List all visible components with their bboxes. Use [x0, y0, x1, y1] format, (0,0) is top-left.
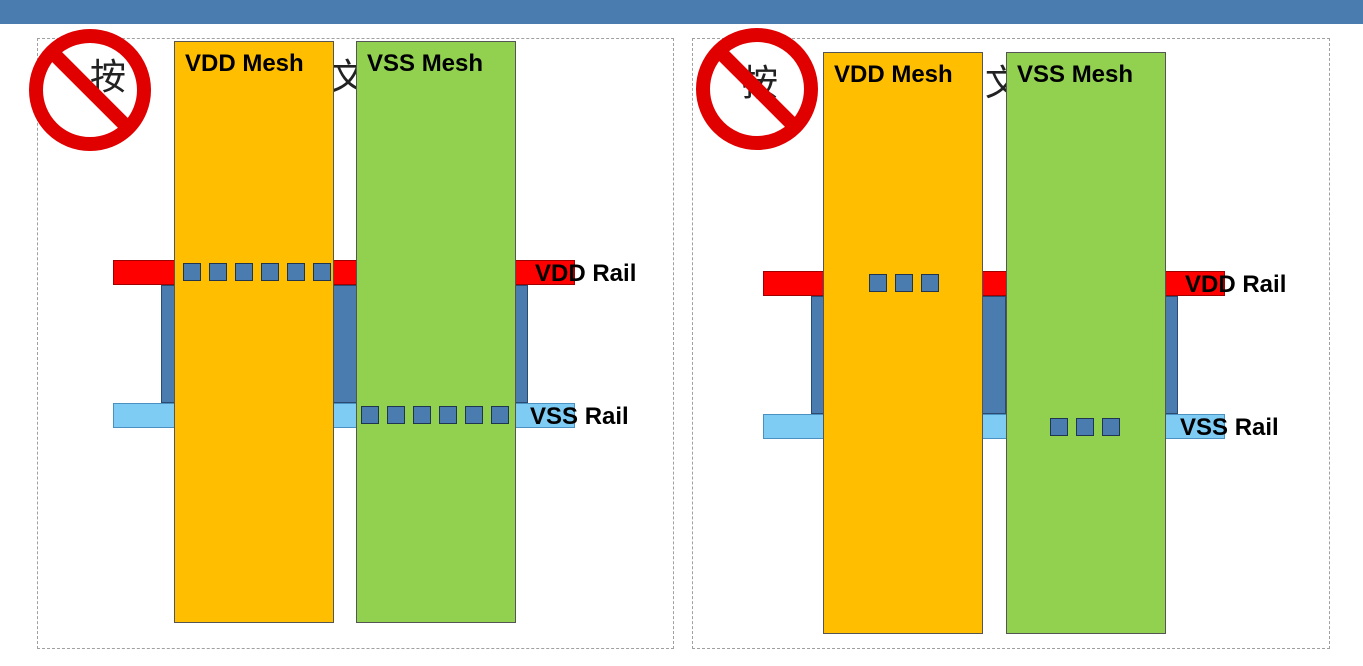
vdd-mesh: VDD Mesh: [823, 52, 983, 634]
vss-mesh: VSS Mesh: [356, 41, 516, 623]
via: [1102, 418, 1120, 436]
via: [313, 263, 331, 281]
vdd-vss-strap-right: [514, 285, 528, 403]
via: [413, 406, 431, 424]
via: [183, 263, 201, 281]
vss-mesh-label: VSS Mesh: [1017, 61, 1134, 88]
via: [1050, 418, 1068, 436]
vdd-vss-strap-mid: [982, 296, 1006, 414]
vss-mesh: VSS Mesh: [1006, 52, 1166, 634]
via: [465, 406, 483, 424]
via: [287, 263, 305, 281]
vdd-rail-label: VDD Rail: [1185, 271, 1287, 298]
via: [895, 274, 913, 292]
via: [235, 263, 253, 281]
vdd-mesh-label: VDD Mesh: [834, 61, 953, 88]
vdd-vss-strap-mid: [333, 285, 357, 403]
via: [361, 406, 379, 424]
vss-rail-label: VSS Rail: [1180, 414, 1279, 441]
via: [209, 263, 227, 281]
via: [869, 274, 887, 292]
vdd-mesh: VDD Mesh: [174, 41, 334, 623]
via: [491, 406, 509, 424]
vdd-mesh-label: VDD Mesh: [185, 50, 304, 77]
vss-mesh-label: VSS Mesh: [367, 50, 484, 77]
vdd-vss-strap-left: [161, 285, 175, 403]
vss-rail-label: VSS Rail: [530, 403, 629, 430]
vdd-rail-label: VDD Rail: [535, 260, 637, 287]
vdd-vss-strap-right: [1164, 296, 1178, 414]
via: [439, 406, 457, 424]
via: [921, 274, 939, 292]
no-symbol-icon: [29, 29, 151, 151]
via: [1076, 418, 1094, 436]
via: [261, 263, 279, 281]
no-symbol-icon: [696, 28, 818, 150]
header-bar: [0, 0, 1363, 24]
via: [387, 406, 405, 424]
